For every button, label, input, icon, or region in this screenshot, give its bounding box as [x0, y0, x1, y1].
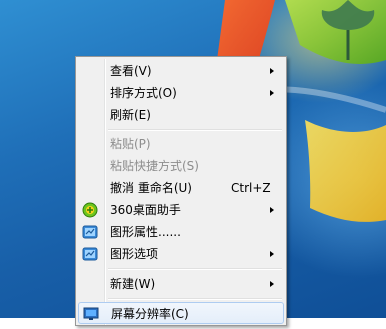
screen-resolution-icon — [83, 306, 99, 322]
menu-item-label: 撤消 重命名(U) — [110, 181, 192, 195]
menu-item-label: 新建(W) — [110, 277, 156, 291]
menu-item-label: 360桌面助手 — [110, 203, 181, 217]
menu-item-label: 粘贴快捷方式(S) — [110, 159, 199, 173]
menu-item-label: 图形选项 — [110, 247, 159, 261]
menu-item-360-assistant[interactable]: 360桌面助手 — [78, 199, 284, 221]
submenu-arrow-icon — [270, 90, 274, 96]
menu-item-new[interactable]: 新建(W) — [78, 273, 284, 295]
menu-item-label: 粘贴(P) — [110, 137, 151, 151]
menu-item-undo-rename[interactable]: 撤消 重命名(U) Ctrl+Z — [78, 177, 284, 199]
submenu-arrow-icon — [270, 251, 274, 257]
menu-item-paste-shortcut: 粘贴快捷方式(S) — [78, 155, 284, 177]
graphics-options-icon — [82, 246, 98, 262]
menu-separator — [108, 268, 282, 270]
desktop-context-menu: 查看(V) 排序方式(O) 刷新(E) 粘贴(P) 粘贴快捷方式(S) 撤消 重… — [75, 56, 287, 326]
graphics-properties-icon — [82, 224, 98, 240]
menu-item-graphics-options[interactable]: 图形选项 — [78, 243, 284, 265]
menu-separator — [108, 129, 282, 131]
submenu-arrow-icon — [270, 281, 274, 287]
menu-item-graphics-properties[interactable]: 图形属性...... — [78, 221, 284, 243]
submenu-arrow-icon — [270, 207, 274, 213]
submenu-arrow-icon — [270, 68, 274, 74]
menu-item-label: 屏幕分辨率(C) — [111, 307, 189, 321]
menu-item-screen-resolution[interactable]: 屏幕分辨率(C) — [78, 302, 284, 324]
menu-item-paste: 粘贴(P) — [78, 133, 284, 155]
menu-item-view[interactable]: 查看(V) — [78, 60, 284, 82]
menu-item-label: 排序方式(O) — [110, 86, 177, 100]
tree-silhouette — [321, 0, 375, 60]
menu-item-label: 图形属性...... — [110, 225, 181, 239]
menu-item-shortcut: Ctrl+Z — [231, 181, 271, 195]
menu-item-sort-by[interactable]: 排序方式(O) — [78, 82, 284, 104]
360-assistant-icon — [82, 202, 98, 218]
menu-separator — [108, 298, 282, 300]
menu-item-label: 刷新(E) — [110, 108, 151, 122]
menu-item-refresh[interactable]: 刷新(E) — [78, 104, 284, 126]
menu-item-label: 查看(V) — [110, 64, 152, 78]
